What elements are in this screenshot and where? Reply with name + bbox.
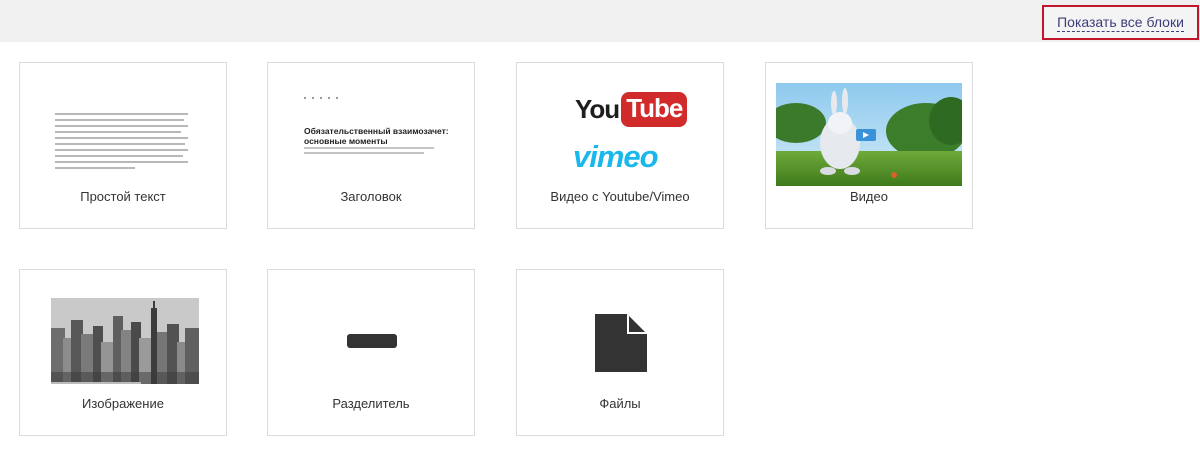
heading-preview-title: Обязательственный взаимозачет: основные …	[304, 126, 449, 146]
image-caption-line	[51, 382, 141, 384]
heading-preview-lines	[304, 147, 434, 157]
youtube-logo: You Tube	[575, 92, 688, 127]
file-icon	[593, 312, 649, 374]
block-label: Заголовок	[340, 189, 402, 204]
text-preview	[55, 113, 188, 173]
block-label: Простой текст	[80, 189, 166, 204]
image-thumbnail	[51, 298, 199, 384]
block-label: Разделитель	[332, 396, 410, 411]
heading-preview-dots	[304, 97, 338, 99]
block-card-simple-text[interactable]: Простой текст	[19, 62, 227, 229]
divider-icon	[347, 334, 397, 348]
vimeo-logo: vimeo	[573, 139, 659, 174]
block-card-heading[interactable]: Обязательственный взаимозачет: основные …	[267, 62, 475, 229]
block-card-youtube-vimeo[interactable]: You Tube vimeo Видео с Youtube/Vimeo	[516, 62, 724, 229]
show-all-blocks-label: Показать все блоки	[1057, 13, 1184, 32]
block-label: Изображение	[82, 396, 164, 411]
block-card-files[interactable]: Файлы	[516, 269, 724, 436]
block-label: Видео с Youtube/Vimeo	[550, 189, 690, 204]
block-card-divider[interactable]: Разделитель	[267, 269, 475, 436]
show-all-blocks-button[interactable]: Показать все блоки	[1042, 5, 1199, 40]
block-label: Видео	[850, 189, 888, 204]
block-card-video[interactable]: Видео	[765, 62, 973, 229]
top-toolbar	[0, 0, 1200, 42]
block-card-image[interactable]: Изображение	[19, 269, 227, 436]
block-label: Файлы	[599, 396, 641, 411]
video-thumbnail-image	[776, 83, 962, 186]
